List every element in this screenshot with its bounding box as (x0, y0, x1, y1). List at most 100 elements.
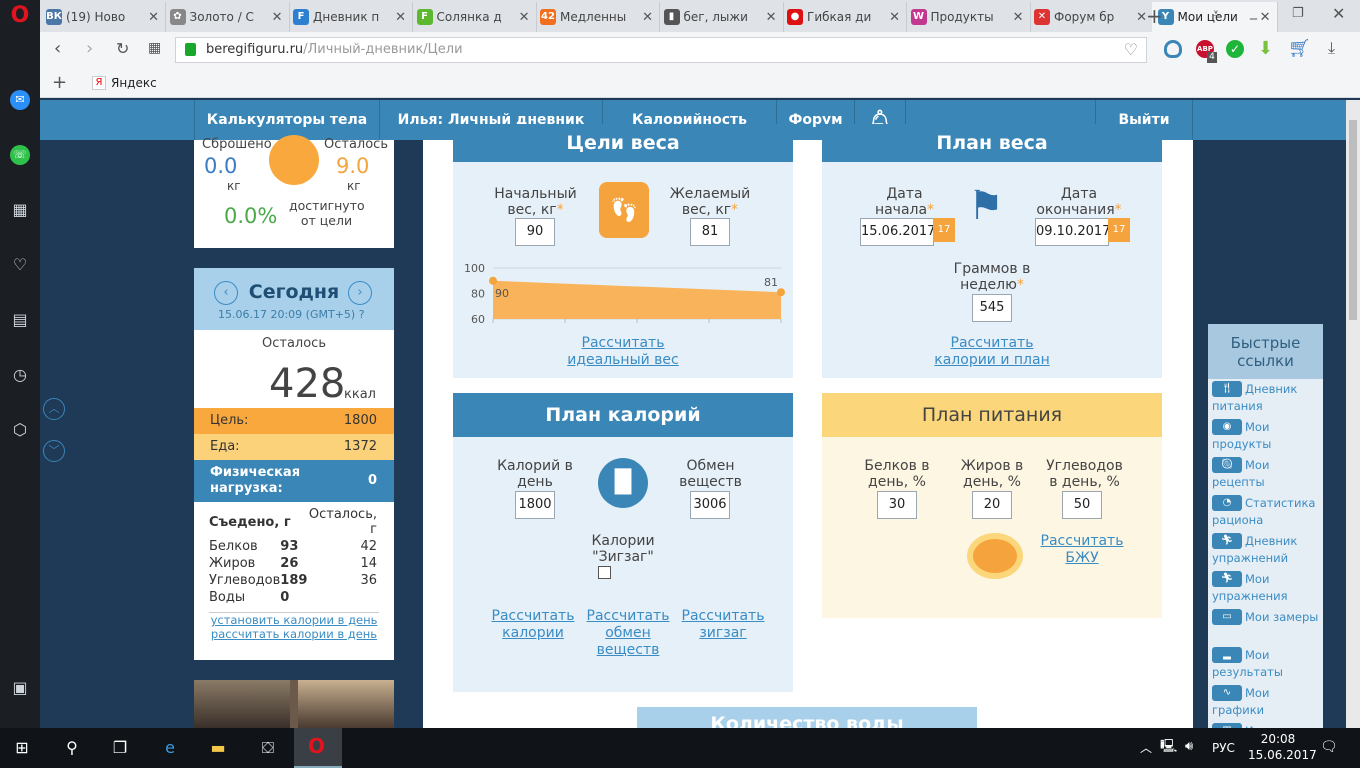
cart-extension-icon[interactable]: 🛒︎ (1288, 38, 1311, 59)
close-tab-icon[interactable]: ✕ (1260, 10, 1271, 25)
notifications-icon[interactable]: 🗨︎ (1320, 738, 1338, 756)
browser-tab[interactable]: ВК (19) Ново ✕ (40, 2, 166, 32)
close-tab-icon[interactable]: ✕ (395, 10, 406, 25)
add-bookmark-icon[interactable]: + (52, 72, 67, 93)
tab-label: бег, лыжи (683, 10, 748, 24)
start-date-input[interactable]: 15.06.2017 (860, 218, 935, 246)
quick-link[interactable]: ◉︎ Мои продукты (1208, 417, 1323, 455)
browser-tab[interactable]: ● Гибкая ди ✕ (781, 2, 907, 32)
bookmark-yandex[interactable]: Я Яндекс (92, 76, 157, 90)
browser-tab[interactable]: ✕ Форум бр ✕ (1028, 2, 1154, 32)
language-indicator[interactable]: РУС (1212, 740, 1235, 756)
calories-per-day-label: Калорий в день (497, 458, 573, 490)
messenger-icon[interactable]: ✉ (10, 90, 30, 110)
start-weight-input[interactable]: 90 (515, 218, 555, 246)
calc-bju-link[interactable]: Рассчитать БЖУ (1037, 533, 1127, 567)
speed-dial-icon[interactable]: ▦ (10, 200, 30, 220)
grams-per-week-input[interactable]: 545 (972, 294, 1012, 322)
quick-link[interactable]: ▂︎ Мои результаты (1208, 645, 1323, 683)
end-calendar-icon[interactable]: 17 (1108, 218, 1130, 242)
close-tab-icon[interactable]: ✕ (519, 10, 530, 25)
explorer-icon[interactable]: ▬ (206, 736, 230, 760)
clock[interactable]: 20:08 15.06.2017 (1248, 731, 1317, 763)
restore-icon[interactable]: ❐ (1292, 6, 1304, 21)
speed-dial-button-icon[interactable]: ▦ (148, 40, 161, 56)
task-view-icon[interactable]: ❐ (108, 736, 132, 760)
browser-tab[interactable]: 42 Медленны ✕ (534, 2, 660, 32)
news-icon[interactable]: ▤ (10, 310, 30, 330)
opera-logo-icon[interactable]: O (10, 5, 30, 27)
forward-icon[interactable]: › (86, 38, 93, 59)
nav-body-calculators[interactable]: Калькуляторы тела (194, 100, 379, 140)
tray-chevron-icon[interactable]: ︿ (1140, 740, 1152, 756)
set-calories-link[interactable]: установить калории в день (209, 613, 379, 627)
close-tab-icon[interactable]: ✕ (766, 10, 777, 25)
whatsapp-icon[interactable]: ☏ (10, 145, 30, 165)
minimize-icon[interactable]: _ (1250, 4, 1257, 20)
history-icon[interactable]: ◷ (10, 365, 30, 385)
close-window-icon[interactable]: ✕ (1332, 4, 1345, 23)
browser-tab[interactable]: F Дневник п ✕ (287, 2, 413, 32)
zigzag-checkbox[interactable] (598, 566, 611, 579)
timezone-help[interactable]: ? (359, 308, 365, 321)
scroll-down-button[interactable]: ﹀ (43, 440, 65, 462)
edge-icon[interactable]: e (158, 736, 182, 760)
start-icon[interactable]: ⊞ (10, 736, 34, 760)
end-date-input[interactable]: 09.10.2017 (1035, 218, 1110, 246)
tab-favicon-icon: ВК (46, 9, 62, 25)
sidebar-toggle-icon[interactable]: ▣ (10, 678, 30, 698)
browser-tab[interactable]: ▮ бег, лыжи ✕ (658, 2, 784, 32)
quick-link[interactable]: ∿︎ Мои графики (1208, 683, 1323, 721)
search-icon[interactable]: ⚲ (60, 736, 84, 760)
volume-icon[interactable]: 🔊︎ (1185, 738, 1193, 756)
new-tab-icon[interactable]: + (1146, 4, 1163, 28)
quick-link[interactable]: ◔︎ Статистика рациона (1208, 493, 1323, 531)
scrollbar[interactable] (1346, 100, 1360, 728)
protein-input[interactable]: 30 (877, 491, 917, 519)
extensions-icon[interactable]: ⬡ (10, 420, 30, 440)
metabolism-input[interactable]: 3006 (690, 491, 730, 519)
quick-link-icon: 🏃︎ (1212, 533, 1242, 549)
vpn-extension-icon[interactable] (1164, 40, 1182, 58)
network-icon[interactable]: 🖳︎ (1160, 738, 1177, 756)
close-tab-icon[interactable]: ✕ (272, 10, 283, 25)
quick-link[interactable]: 🏃︎ Мои упражнения (1208, 569, 1323, 607)
quick-link[interactable]: ▭︎ Мои замеры (1208, 607, 1323, 645)
close-tab-icon[interactable]: ✕ (642, 10, 653, 25)
address-field[interactable]: beregifiguru.ru/Личный-дневник/Цели ♡ (175, 37, 1147, 63)
back-icon[interactable]: ‹ (54, 38, 61, 59)
browser-tab[interactable]: W Продукты ✕ (905, 2, 1031, 32)
check-extension-icon[interactable]: ✓ (1226, 40, 1244, 58)
heart-icon[interactable]: ♡ (10, 255, 30, 275)
taskbar-opera[interactable]: O (294, 728, 342, 768)
browser-tab[interactable]: ✿ Золото / С ✕ (164, 2, 290, 32)
quick-link[interactable]: 🏃︎ Дневник упражнений (1208, 531, 1323, 569)
scroll-up-button[interactable]: ︿ (43, 398, 65, 420)
quick-link[interactable]: 🥘︎ Мои рецепты (1208, 455, 1323, 493)
calc-metabolism-link[interactable]: Рассчитать обмен веществ (583, 608, 673, 659)
calc-zigzag-link[interactable]: Рассчитать зигзаг (678, 608, 768, 642)
calc-ideal-weight-link[interactable]: Рассчитать идеальный вес (553, 335, 693, 369)
next-day-button[interactable]: › (348, 281, 372, 305)
fat-input[interactable]: 20 (972, 491, 1012, 519)
store-icon[interactable]: ⛋ (256, 736, 280, 760)
download-extension-icon[interactable]: ⬇ (1258, 38, 1273, 59)
calc-calories-link[interactable]: Рассчитать калории (488, 608, 578, 642)
target-weight-input[interactable]: 81 (690, 218, 730, 246)
close-tab-icon[interactable]: ✕ (148, 10, 159, 25)
close-tab-icon[interactable]: ✕ (1013, 10, 1024, 25)
reload-icon[interactable]: ↻ (116, 39, 129, 58)
browser-tab[interactable]: F Солянка д ✕ (411, 2, 537, 32)
bookmark-heart-icon[interactable]: ♡ (1124, 38, 1138, 62)
start-calendar-icon[interactable]: 17 (933, 218, 955, 242)
close-tab-icon[interactable]: ✕ (889, 10, 900, 25)
carbs-input[interactable]: 50 (1062, 491, 1102, 519)
calc-plan-link[interactable]: Рассчитать калории и план (922, 335, 1062, 369)
calorie-plan-title: План калорий (453, 393, 793, 437)
calories-per-day-input[interactable]: 1800 (515, 491, 555, 519)
tab-menu-icon[interactable]: ⩡ (1212, 6, 1220, 22)
calc-calories-link[interactable]: рассчитать калории в день (209, 627, 379, 641)
quick-link[interactable]: 🍴︎ Дневник питания (1208, 379, 1323, 417)
downloads-icon[interactable]: ⤓ (1328, 38, 1335, 58)
lock-icon (185, 43, 196, 56)
